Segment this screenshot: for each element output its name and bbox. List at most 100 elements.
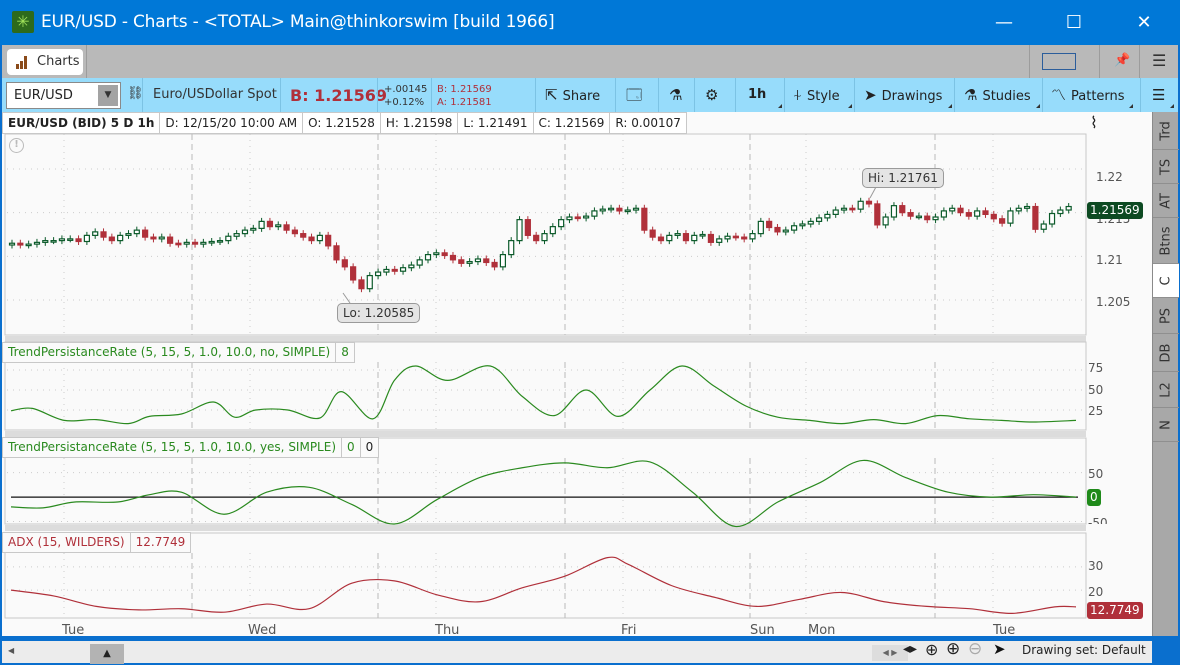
candle-body [441,252,448,257]
candle-body [150,236,157,240]
tpr-no-header: TrendPersistanceRate (5, 15, 5, 1.0, 10.… [2,342,355,363]
side-tab-ts[interactable]: TS [1153,150,1179,184]
candle-body [799,223,806,227]
candle-body [691,234,698,242]
candle-body [657,236,665,242]
side-tab-ps[interactable]: PS [1153,298,1179,334]
side-tab-at[interactable]: AT [1153,184,1179,218]
candle-body [632,207,640,211]
tpr-yes-tick: 50 [1088,467,1104,481]
candle-body [133,229,140,235]
candle-body [990,213,997,220]
tpr-yes-label[interactable]: TrendPersistanceRate (5, 15, 5, 1.0, 10.… [2,437,342,458]
candle-body [558,219,565,228]
candle-body [716,238,723,243]
side-tab-n[interactable]: N [1153,408,1179,442]
candle-body [599,208,606,212]
candle-body [974,210,981,217]
candle-body [682,233,690,242]
candle-body [191,241,199,245]
candle-body [1023,205,1031,209]
expand-horizontal-icon[interactable]: ◂▸ [903,641,917,657]
candle-body [283,224,290,231]
candle-body [17,242,24,246]
candle-body [566,216,573,221]
x-axis-label: Mon [808,623,836,638]
side-tab-label: TS [1158,158,1174,175]
side-tab-btns[interactable]: Btns [1153,218,1179,264]
zoom-in-icon[interactable]: ⊕ [946,639,960,659]
candle-body [499,254,506,268]
candle-body [391,268,398,272]
candle-body [374,271,382,277]
adx-label[interactable]: ADX (15, WILDERS) [2,532,130,553]
candle-body [749,233,756,240]
candle-body [75,238,82,243]
candle-body [108,236,115,242]
side-tab-label: C [1158,275,1174,286]
candle-body [849,207,856,211]
adx-header: ADX (15, WILDERS) 12.7749 [2,532,192,553]
side-tab-c[interactable]: C [1153,264,1179,298]
candle-body [915,215,923,219]
side-tab-label: DB [1158,343,1174,362]
candle-body [932,216,939,221]
candle-body [58,238,66,242]
candle-body [250,227,257,231]
tpr-no-tick: 50 [1088,383,1104,397]
candle-body [291,229,298,235]
candle-body [824,213,831,219]
tpr-no-value: 8 [335,342,355,363]
candle-body [533,234,540,242]
candle-body [449,254,457,261]
candle-body [416,259,423,266]
candle-body [940,210,947,218]
x-axis-label: Fri [621,623,637,638]
side-tab-label: N [1158,419,1174,430]
drawing-set-selector[interactable]: Drawing set: Default [1022,643,1146,657]
candle-body [325,234,332,247]
side-tab-l2[interactable]: L2 [1153,372,1179,408]
candle-body [1057,209,1064,215]
side-tab-trd[interactable]: Trd [1153,112,1179,150]
zoom-out-icon[interactable]: ⊖ [968,639,982,659]
candle-body [258,220,265,229]
side-tab-db[interactable]: DB [1153,334,1179,372]
crosshair-icon[interactable]: ⊕ [925,640,938,659]
candle-body [308,236,315,242]
candle-body [433,252,440,256]
candle-body [957,207,964,214]
candle-body [882,216,889,226]
candle-body [125,233,132,236]
cursor-arrow-icon[interactable]: ➤ [993,640,1006,658]
bar-range: R: 0.00107 [609,112,687,134]
tpr-line [10,459,1077,528]
collapse-panel-button[interactable]: ▲ [90,644,124,664]
adx-value: 12.7749 [129,532,192,553]
candle-body [158,236,165,240]
low-callout: Lo: 1.20585 [337,303,421,323]
price-tick: 1.205 [1096,295,1131,309]
candle-body [266,220,274,228]
candle-body [699,233,706,237]
candle-body [732,235,739,239]
last-price-tag: 1.21569 [1087,202,1143,219]
candle-body [724,235,731,240]
candle-body [674,233,681,236]
scroll-left-arrow[interactable]: ◀ [8,646,14,655]
x-axis-label: Wed [248,623,277,638]
candle-body [616,207,623,212]
alert-icon[interactable]: ! [9,138,24,153]
candle-body [483,258,490,264]
chart-info-bar: EUR/USD (BID) 5 D 1h D: 12/15/20 10:00 A… [2,112,687,134]
bar-date: D: 12/15/20 10:00 AM [159,112,303,134]
bar-low: L: 1.21491 [457,112,533,134]
candle-body [117,234,124,242]
chart-canvas[interactable] [0,0,1180,665]
price-scale-icon[interactable]: ⌇ [1090,113,1098,132]
candle-body [549,226,556,235]
candle-body [707,233,715,243]
candle-body [807,220,814,225]
x-axis-label: Thu [435,623,460,638]
tpr-no-label[interactable]: TrendPersistanceRate (5, 15, 5, 1.0, 10.… [2,342,336,363]
